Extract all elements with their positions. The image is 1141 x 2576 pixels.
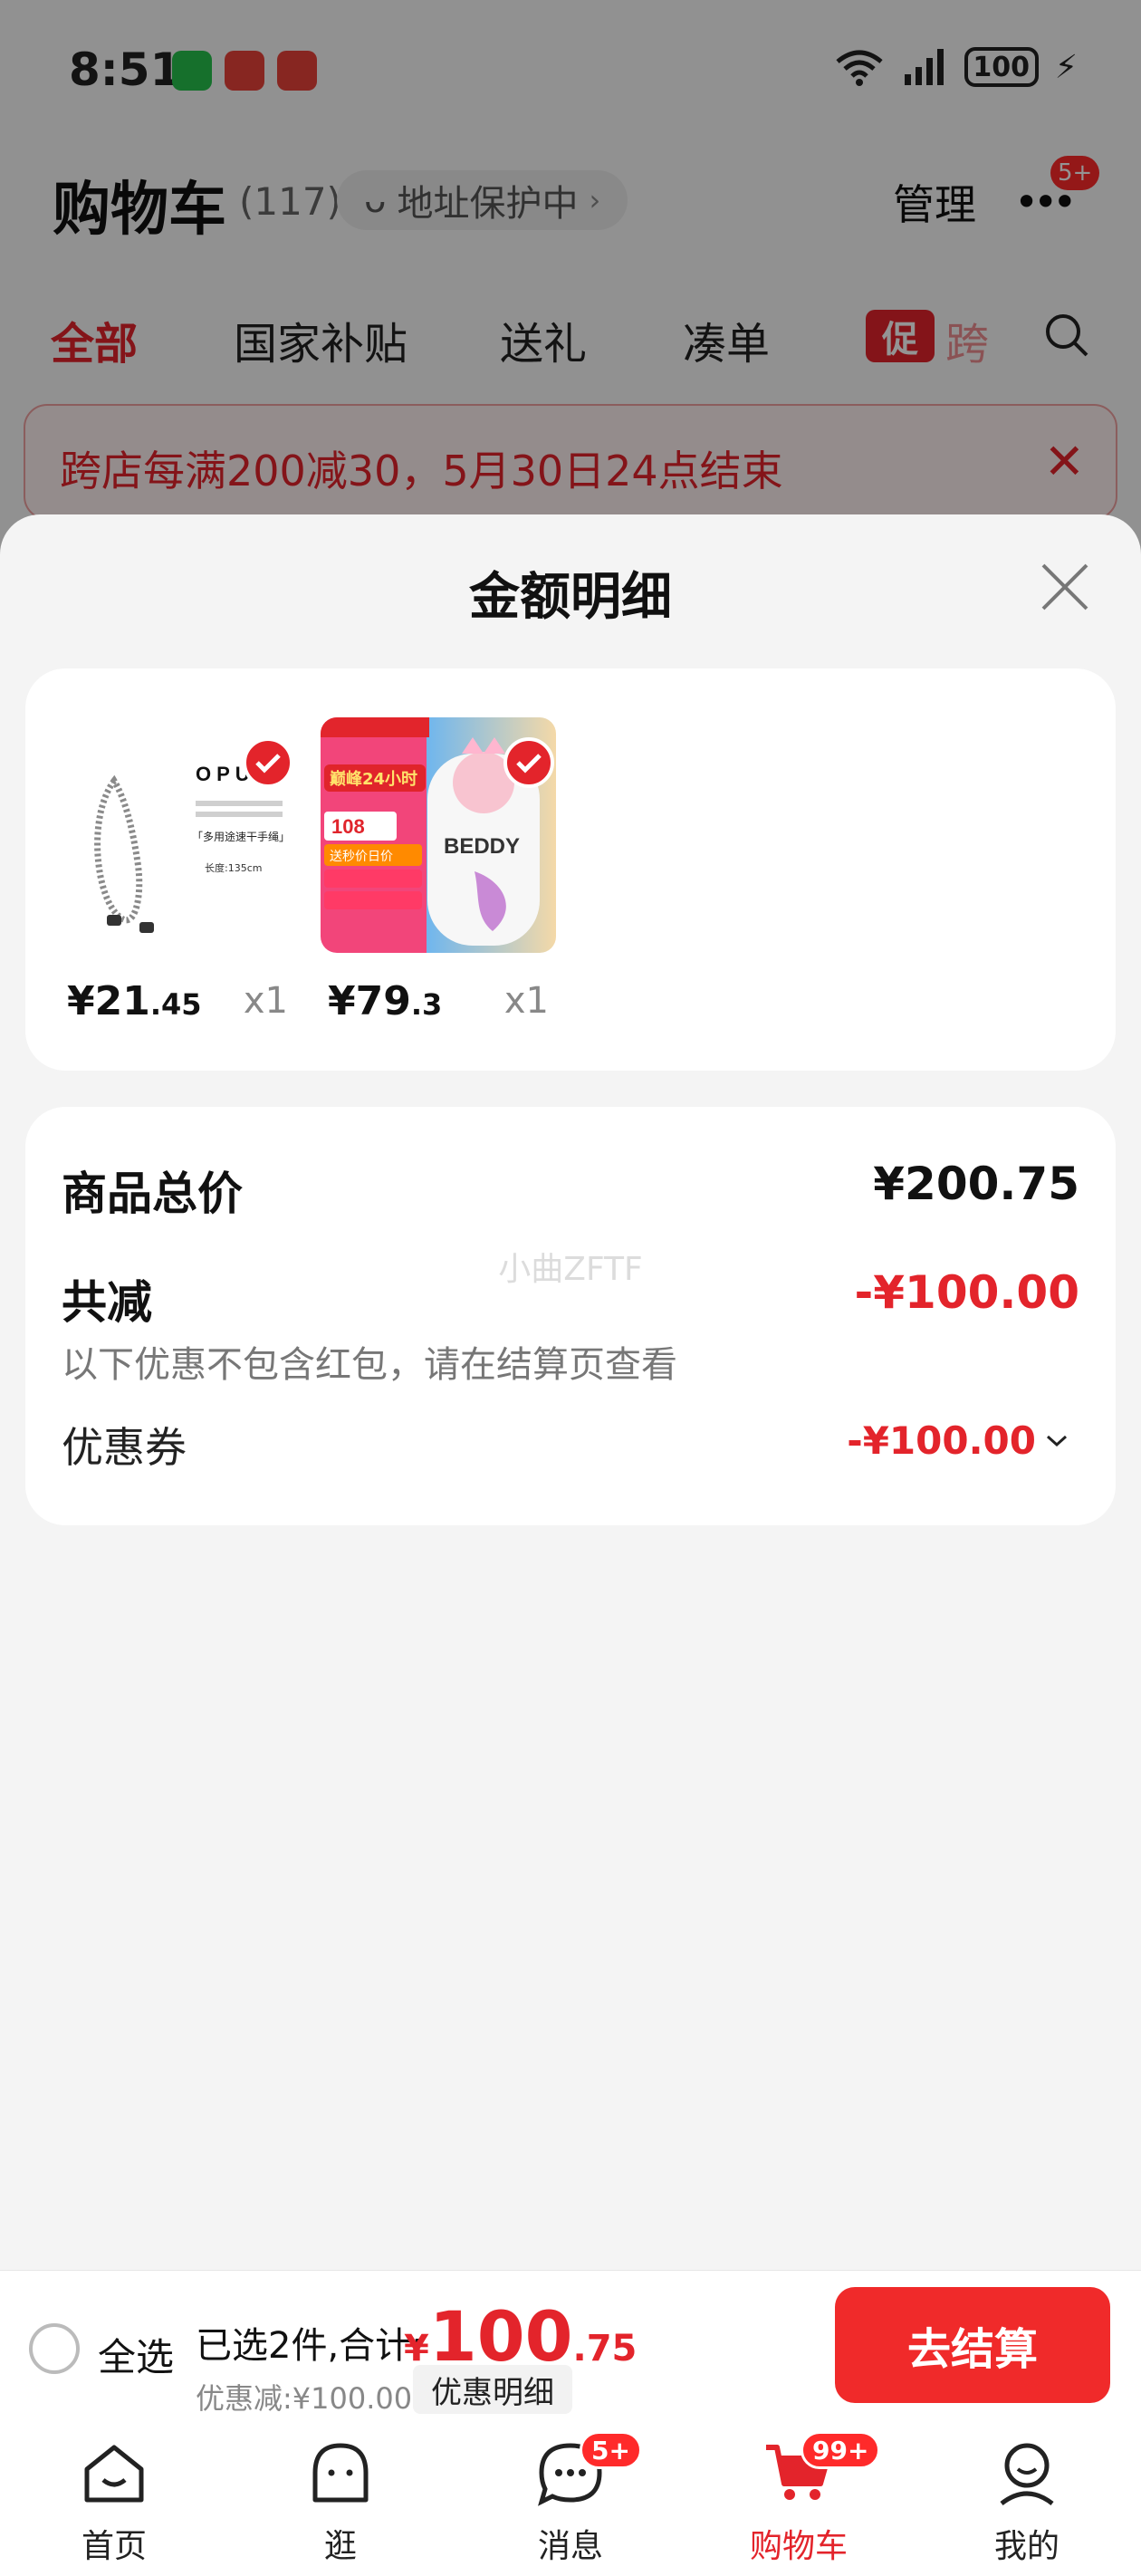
product-quantity: x1	[503, 980, 549, 1022]
reduction-value: -¥100.00	[854, 1266, 1080, 1319]
product-price: ¥79.3	[328, 978, 442, 1024]
message-badge: 5+	[580, 2431, 642, 2469]
tabbar-item-cart[interactable]: 99+ 购物车	[717, 2431, 881, 2572]
product-length: 长度:135cm	[205, 861, 262, 874]
promo-headline: 巅峰24小时	[330, 769, 417, 789]
promo-price: 108	[331, 815, 365, 838]
coupon-value: -¥100.00	[847, 1418, 1036, 1463]
home-icon	[84, 2445, 144, 2503]
tabbar-label: 消息	[537, 2528, 603, 2565]
checkout-button[interactable]: 去结算	[835, 2287, 1110, 2403]
bottom-tabbar: 首页 逛 5+ 消息 99+ 购物车 我的	[0, 2424, 1141, 2576]
total-currency: ¥	[404, 2328, 429, 2369]
checkout-bar: 全选 已选2件,合计: ¥100.75 优惠减:¥100.00 优惠明细 去结算	[0, 2270, 1141, 2424]
product-item[interactable]: OPU 「多用途速干手绳」 长度:135cm ¥21.45 x1	[60, 717, 295, 1024]
select-all-label[interactable]: 全选	[98, 2327, 174, 2382]
product-price: ¥21.45	[67, 978, 202, 1024]
goods-total-value: ¥200.75	[873, 1158, 1079, 1210]
promo-sub: 送秒价日价	[330, 850, 393, 864]
tabbar-item-home[interactable]: 首页	[33, 2437, 196, 2572]
tabbar-item-profile[interactable]: 我的	[945, 2437, 1108, 2572]
goods-total-label: 商品总价	[62, 1168, 243, 1220]
profile-icon	[1000, 2443, 1054, 2506]
product-quantity: x1	[243, 980, 288, 1022]
products-card: OPU 「多用途速干手绳」 长度:135cm ¥21.45 x1 BEDDY 巅…	[25, 668, 1116, 1071]
close-icon[interactable]	[1040, 562, 1090, 612]
product-caption: 「多用途速干手绳」	[192, 830, 290, 843]
coupon-label: 优惠券	[62, 1423, 187, 1472]
tabbar-label: 购物车	[749, 2528, 848, 2565]
price-integer: ¥21	[67, 978, 150, 1024]
product-item[interactable]: BEDDY 巅峰24小时 108 送秒价日价 ¥79.3 x1	[321, 717, 556, 1024]
tabbar-item-messages[interactable]: 5+ 消息	[489, 2431, 652, 2572]
check-icon[interactable]	[243, 737, 293, 788]
price-decimal: .3	[410, 987, 443, 1022]
price-decimal: .45	[149, 987, 202, 1022]
check-icon[interactable]	[503, 737, 554, 788]
browse-icon	[312, 2443, 369, 2503]
amount-detail-sheet: 金额明细 OPU 「多用途速干手绳」 长度:135cm ¥21.45 x1 BE…	[0, 514, 1141, 2272]
tabbar-item-browse[interactable]: 逛	[259, 2437, 422, 2572]
tabbar-label: 我的	[993, 2528, 1060, 2565]
product-image: BEDDY 巅峰24小时 108 送秒价日价	[321, 717, 556, 953]
tabbar-label: 首页	[81, 2528, 147, 2565]
price-integer: ¥79	[328, 978, 411, 1024]
cart-badge: 99+	[801, 2431, 881, 2469]
sheet-title: 金额明细	[469, 568, 672, 627]
discount-detail-button[interactable]: 优惠明细	[413, 2365, 572, 2414]
reduction-label: 共减	[62, 1276, 152, 1329]
coupon-toggle[interactable]: -¥100.00	[847, 1418, 1069, 1463]
select-all-checkbox[interactable]	[29, 2323, 80, 2374]
chevron-down-icon	[1046, 1435, 1068, 1447]
bottle-brand-text: BEDDY	[444, 834, 520, 859]
selected-info: 已选2件,合计:	[196, 2325, 424, 2367]
reduction-note: 以下优惠不包含红包，请在结算页查看	[62, 1344, 677, 1386]
price-summary-card: 商品总价 ¥200.75 小曲ZFTF 共减 -¥100.00 以下优惠不包含红…	[25, 1107, 1116, 1525]
tabbar-label: 逛	[323, 2528, 357, 2565]
product-image: OPU 「多用途速干手绳」 长度:135cm	[60, 717, 295, 953]
discount-text: 优惠减:¥100.00	[196, 2381, 413, 2416]
dim-overlay[interactable]	[0, 0, 1141, 562]
total-decimal: .75	[572, 2328, 638, 2369]
